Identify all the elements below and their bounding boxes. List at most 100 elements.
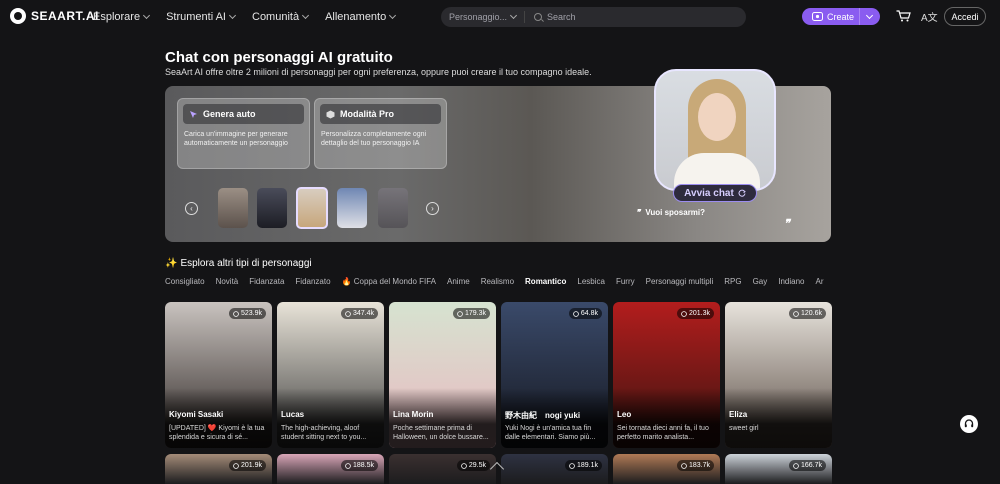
tab-5[interactable]: Anime [447,277,470,293]
chevron-down-icon[interactable] [865,11,874,19]
character-desc: sweet girl [729,425,759,432]
card-title: Modalità Pro [340,109,395,119]
create-main[interactable]: Create [802,8,860,25]
chat-count: 347.4k [352,310,374,317]
character-thumb[interactable] [257,188,287,228]
tab-10[interactable]: Personaggi multipli [646,277,714,293]
chat-count: 201.3k [688,310,710,317]
character-card[interactable]: 120.6k Eliza sweet girl [725,302,832,448]
search-input[interactable]: Search [525,12,576,22]
search-icon [534,13,543,21]
create-icon [812,12,823,21]
chat-count-badge: 188.5k [340,460,378,471]
menu-item-allenamento[interactable]: Allenamento [325,11,397,23]
character-name: 野木由紀 nogi yuki [505,411,581,420]
character-card[interactable]: 179.3k Lina Morin Poche settimane prima di… [389,302,496,448]
cart-icon[interactable] [896,10,911,22]
chat-bubble-icon [573,310,579,317]
top-nav: SEAART.AI Esplorare Strumenti AI Comunit… [0,0,1000,34]
section-title-text: Esplora altri tipi di personaggi [180,258,312,269]
character-thumb-selected[interactable] [296,187,328,229]
character-thumb[interactable] [378,188,408,228]
tab-2[interactable]: Fidanzata [249,277,284,293]
create-button[interactable]: Create [802,8,880,25]
card-header: Genera auto [183,104,304,124]
chat-count-badge: 179.3k [452,308,490,319]
menu-label: Allenamento [325,11,387,23]
genera-auto-card[interactable]: Genera auto Carica un'immagine per gener… [177,98,310,169]
chevron-down-icon [510,11,518,20]
quote-open-icon: ❞ [636,208,641,217]
search-bar: Personaggio... Search [441,7,746,27]
character-thumb[interactable] [337,188,367,228]
menu-item-comunita[interactable]: Comunità [252,11,310,23]
brand-name: SEAART.AI [31,9,99,23]
tab-12[interactable]: Gay [753,277,768,293]
carousel-prev-button[interactable]: ‹ [185,202,198,215]
character-name: Lucas [281,410,305,419]
tab-1[interactable]: Novità [216,277,239,293]
chat-count: 201.9k [240,462,262,469]
chat-count: 166.7k [800,462,822,469]
tab-9[interactable]: Furry [616,277,635,293]
menu-label: Esplorare [93,11,141,23]
character-desc: Poche settimane prima di Halloween, un d… [393,425,489,441]
brand-logo[interactable]: SEAART.AI [10,8,99,24]
chevron-right-icon: › [431,204,434,213]
login-button[interactable]: Accedi [944,7,986,26]
chat-button-label: Avvia chat [684,187,734,199]
chevron-down-icon [143,11,151,20]
chat-count-badge: 201.3k [676,308,714,319]
chat-count-badge: 189.1k [564,460,602,471]
character-card[interactable]: 201.3k Leo Sei tornata dieci anni fa, il t… [613,302,720,448]
chat-count: 179.3k [464,310,486,317]
support-button[interactable] [960,415,978,433]
tab-11[interactable]: RPG [724,277,741,293]
carousel-next-button[interactable]: › [426,202,439,215]
card-desc: Personalizza completamente ogni dettagli… [321,131,427,147]
create-label: Create [827,11,855,22]
chat-bubble-icon [793,462,799,469]
menu-label: Comunità [252,11,300,23]
start-chat-button[interactable]: Avvia chat [673,184,757,202]
character-card[interactable]: 64.8k 野木由紀 nogi yuki Yuki Nogi è un'amica … [501,302,608,448]
headset-icon [964,419,974,428]
tab-7[interactable]: Romantico [525,277,566,293]
chat-count: 120.6k [800,310,822,317]
tab-8[interactable]: Lesbica [577,277,605,293]
tab-0[interactable]: Consigliato [165,277,205,293]
search-placeholder: Search [547,12,576,22]
menu-item-strumenti[interactable]: Strumenti AI [166,11,237,23]
character-name: Kiyomi Sasaki [169,410,224,419]
character-card[interactable]: 347.4k Lucas The high-achieving, aloof stu… [277,302,384,448]
character-card[interactable]: 201.9k [165,454,272,484]
character-quote: ❞ Vuoi sposarmi? [636,208,705,217]
character-card[interactable]: 188.5k [277,454,384,484]
menu-item-esplorare[interactable]: Esplorare [93,11,151,23]
tab-4[interactable]: 🔥 Coppa del Mondo FIFA [342,277,436,293]
character-desc: Sei tornata dieci anni fa, il tuo perfet… [617,425,709,441]
tab-3[interactable]: Fidanzato [295,277,330,293]
chat-bubble-icon [233,462,239,469]
modalita-pro-card[interactable]: Modalità Pro Personalizza completamente … [314,98,447,169]
tab-14[interactable]: Ar [815,277,823,293]
chat-bubble-icon [461,462,467,469]
character-card[interactable]: 183.7k [613,454,720,484]
chat-bubble-icon [681,462,687,469]
character-thumb[interactable] [218,188,248,228]
search-category-select[interactable]: Personaggio... [441,11,526,23]
menu-label: Strumenti AI [166,11,226,23]
language-icon[interactable]: A文 [921,9,938,24]
character-card[interactable]: 166.7k [725,454,832,484]
tab-6[interactable]: Realismo [481,277,514,293]
character-card[interactable]: 29.5k [389,454,496,484]
chevron-down-icon [228,11,237,20]
chat-count-badge: 29.5k [456,460,490,471]
chat-bubble-icon [345,310,351,317]
tab-13[interactable]: Indiano [778,277,804,293]
character-card[interactable]: 189.1k [501,454,608,484]
page-subtitle: SeaArt AI offre oltre 2 milioni di perso… [165,67,592,77]
chat-count: 523.9k [240,310,262,317]
character-card[interactable]: 523.9k Kiyomi Sasaki [UPDATED] ❤️ Kiyomi è… [165,302,272,448]
page-title: Chat con personaggi AI gratuito [165,49,393,66]
